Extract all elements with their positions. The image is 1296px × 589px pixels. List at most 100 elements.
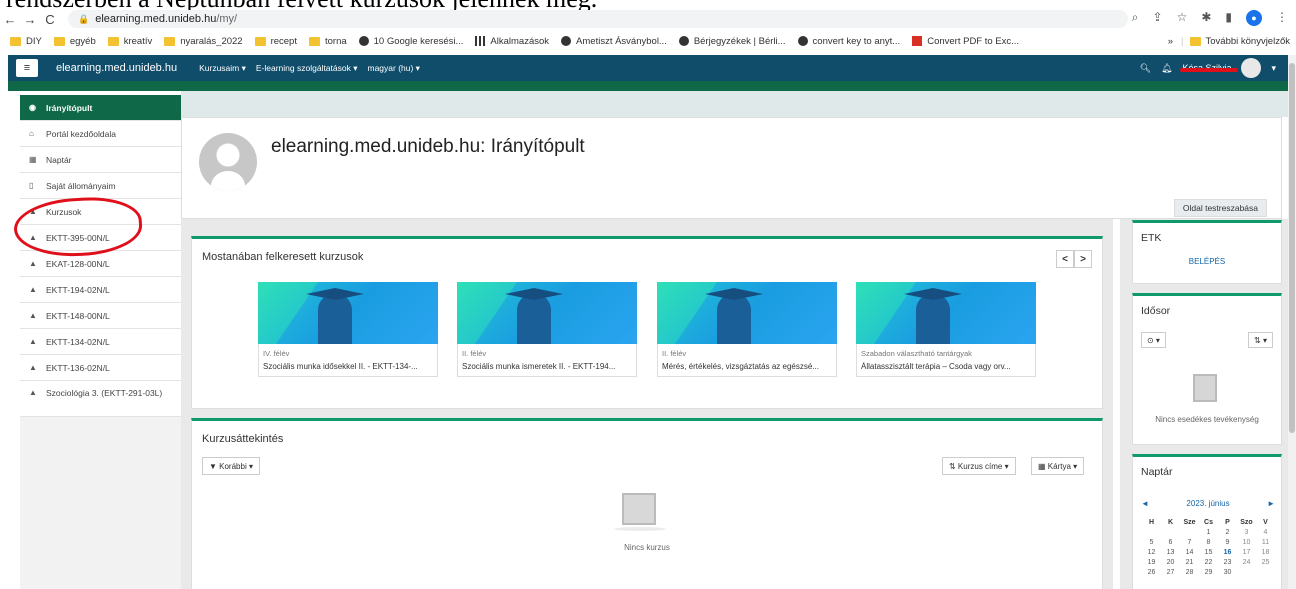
avatar[interactable]: [1241, 58, 1262, 78]
course-image[interactable]: [657, 282, 837, 344]
calendar-day[interactable]: 12: [1142, 547, 1161, 557]
drawer-item-course[interactable]: ▲ EKTT-194-02N/L: [20, 277, 181, 303]
calendar-day[interactable]: 27: [1161, 567, 1180, 577]
calendar-day[interactable]: 2: [1218, 527, 1237, 537]
etk-login-link[interactable]: BELÉPÉS: [1133, 257, 1281, 266]
menu-icon[interactable]: ⋮: [1276, 10, 1288, 26]
reload-button[interactable]: C: [40, 12, 60, 27]
drawer-item-course[interactable]: ▲ EKTT-148-00N/L: [20, 303, 181, 329]
calendar-day[interactable]: 20: [1161, 557, 1180, 567]
course-name-link[interactable]: Szociális munka idősekkel II. - EKTT-134…: [263, 362, 433, 371]
calendar-day[interactable]: 13: [1161, 547, 1180, 557]
course-name-link[interactable]: Állatasszisztált terápia – Csoda vagy or…: [861, 362, 1031, 371]
calendar-day[interactable]: 1: [1199, 527, 1218, 537]
customize-page-button[interactable]: Oldal testreszabása: [1173, 199, 1267, 217]
extensions-icon[interactable]: ✱: [1201, 10, 1211, 26]
bookmark-item[interactable]: DIY: [10, 36, 42, 47]
calendar-day[interactable]: 22: [1199, 557, 1218, 567]
star-icon[interactable]: ☆: [1177, 10, 1188, 26]
drawer-item-course[interactable]: ▲ EKTT-134-02N/L: [20, 329, 181, 355]
bookmark-item[interactable]: 10 Google keresési...: [358, 36, 463, 47]
calendar-day[interactable]: 18: [1256, 547, 1275, 557]
bookmark-item[interactable]: Ametiszt Ásványbol...: [561, 36, 667, 47]
bookmark-item[interactable]: Convert PDF to Exc...: [912, 36, 1019, 47]
bookmark-item[interactable]: kreatív: [107, 36, 152, 47]
calendar-day[interactable]: 15: [1199, 547, 1218, 557]
calendar-day[interactable]: 21: [1180, 557, 1199, 567]
drawer-item-files[interactable]: ▯ Saját állományaim: [20, 173, 181, 199]
calendar-day[interactable]: 24: [1237, 557, 1256, 567]
zoom-icon[interactable]: ⌕: [1132, 10, 1139, 26]
course-card[interactable]: Szabadon választható tantárgyak Állatass…: [856, 282, 1036, 377]
course-image[interactable]: [457, 282, 637, 344]
calendar-day[interactable]: 30: [1218, 567, 1237, 577]
carousel-next-button[interactable]: >: [1074, 250, 1092, 268]
page-scrollbar[interactable]: [1288, 55, 1296, 589]
sort-dropdown[interactable]: ⇅ Kurzus címe ▾: [942, 457, 1016, 475]
timeline-sort-dropdown[interactable]: ⇅ ▾: [1248, 332, 1273, 348]
calendar-day[interactable]: 5: [1142, 537, 1161, 547]
calendar-day[interactable]: 14: [1180, 547, 1199, 557]
course-image[interactable]: [258, 282, 438, 344]
course-card[interactable]: II. félév Mérés, értékelés, vizsgáztatás…: [657, 282, 837, 377]
bookmark-item[interactable]: egyéb: [53, 36, 96, 47]
drawer-item-home[interactable]: ⌂ Portál kezdőoldala: [20, 121, 181, 147]
calendar-day[interactable]: 9: [1218, 537, 1237, 547]
calendar-day[interactable]: 26: [1142, 567, 1161, 577]
calendar-day[interactable]: 7: [1180, 537, 1199, 547]
calendar-day[interactable]: 23: [1218, 557, 1237, 567]
calendar-day[interactable]: 6: [1161, 537, 1180, 547]
back-button[interactable]: ←: [0, 12, 20, 27]
bookmark-item[interactable]: convert key to anyt...: [797, 36, 900, 47]
more-bookmarks-button[interactable]: »: [1168, 36, 1173, 47]
bookmark-item[interactable]: Alkalmazások: [475, 36, 549, 47]
calendar-next-button[interactable]: ►: [1267, 499, 1275, 508]
carousel-prev-button[interactable]: <: [1056, 250, 1074, 268]
share-icon[interactable]: ⇪: [1153, 10, 1163, 26]
calendar-day[interactable]: 4: [1256, 527, 1275, 537]
calendar-day[interactable]: 19: [1142, 557, 1161, 567]
bell-icon[interactable]: 🔔︎: [1161, 63, 1172, 74]
menu-my-courses[interactable]: Kurzusaim ▾: [199, 63, 246, 74]
course-name-link[interactable]: Mérés, értékelés, vizsgáztatás az egészs…: [662, 362, 832, 371]
drawer-item-course[interactable]: ▲ EKTT-136-02N/L: [20, 355, 181, 381]
other-bookmarks[interactable]: További könyvjelzők: [1206, 36, 1291, 47]
course-card[interactable]: II. félév Szociális munka ismeretek II. …: [457, 282, 637, 377]
forward-button[interactable]: →: [20, 12, 40, 27]
calendar-day[interactable]: 11: [1256, 537, 1275, 547]
timeline-filter-dropdown[interactable]: ⊙ ▾: [1141, 332, 1166, 348]
bookmark-item[interactable]: Bérjegyzékek | Bérli...: [678, 36, 786, 47]
calendar-day[interactable]: 25: [1256, 557, 1275, 567]
menu-language[interactable]: magyar (hu) ▾: [367, 63, 419, 74]
filter-dropdown[interactable]: ▼ Korábbi ▾: [202, 457, 260, 475]
drawer-toggle-button[interactable]: ≡: [16, 59, 38, 77]
drawer-item-calendar[interactable]: ▦ Naptár: [20, 147, 181, 173]
calendar-prev-button[interactable]: ◄: [1141, 499, 1149, 508]
profile-icon[interactable]: ●: [1246, 10, 1262, 26]
bookmark-item[interactable]: torna: [308, 36, 347, 47]
bookmark-item[interactable]: nyaralás_2022: [164, 36, 243, 47]
sidepanel-icon[interactable]: ▮: [1225, 10, 1232, 26]
calendar-day[interactable]: 28: [1180, 567, 1199, 577]
course-card[interactable]: IV. félév Szociális munka idősekkel II. …: [258, 282, 438, 377]
drawer-item-dashboard[interactable]: ◉ Irányítópult: [20, 95, 181, 121]
calendar-day[interactable]: 8: [1199, 537, 1218, 547]
calendar-day[interactable]: 29: [1199, 567, 1218, 577]
drawer-item-course[interactable]: ▲ EKAT-128-00N/L: [20, 251, 181, 277]
address-bar[interactable]: 🔒 elearning.med.unideb.hu /my/: [68, 10, 1128, 28]
profile-picture[interactable]: [199, 133, 257, 191]
menu-elearning-services[interactable]: E-learning szolgáltatások ▾: [256, 63, 358, 74]
search-icon[interactable]: 🔍︎: [1140, 63, 1151, 74]
course-name-link[interactable]: Szociális munka ismeretek II. - EKTT-194…: [462, 362, 632, 371]
bookmark-item[interactable]: recept: [254, 36, 297, 47]
view-dropdown[interactable]: ▦ Kártya ▾: [1031, 457, 1085, 475]
calendar-day[interactable]: 3: [1237, 527, 1256, 537]
site-name-link[interactable]: elearning.med.unideb.hu: [56, 62, 177, 74]
course-image[interactable]: [856, 282, 1036, 344]
calendar-day[interactable]: 10: [1237, 537, 1256, 547]
drawer-item-course[interactable]: ▲ Szociológia 3. (EKTT-291-03L): [20, 381, 181, 417]
scrollbar-thumb[interactable]: [1289, 63, 1295, 433]
chevron-down-icon[interactable]: ▾: [1271, 63, 1276, 74]
calendar-day[interactable]: 16: [1218, 547, 1237, 557]
calendar-day[interactable]: 17: [1237, 547, 1256, 557]
